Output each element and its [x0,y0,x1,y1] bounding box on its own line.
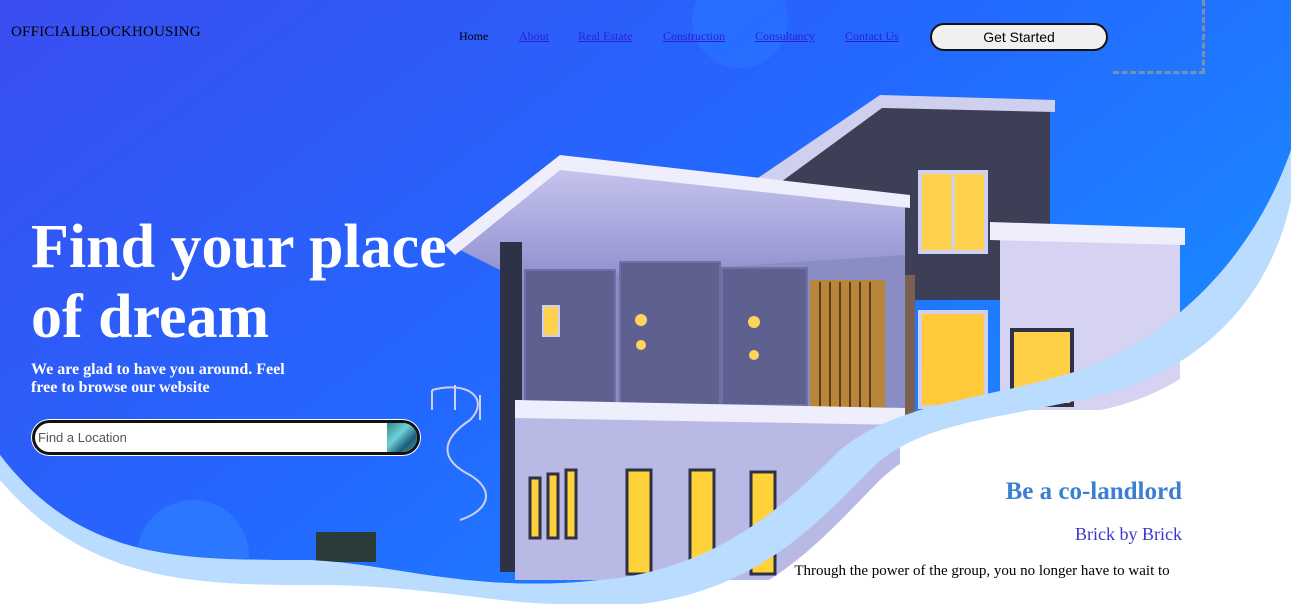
nav-link-about[interactable]: About [519,29,549,44]
location-search-bar [32,420,420,455]
nav-link-construction[interactable]: Construction [663,29,725,44]
hero-subtitle: We are glad to have you around. Feel fre… [31,361,285,396]
co-landlord-title: Be a co-landlord [1005,478,1182,505]
hero-section: OFFICIALBLOCKHOUSING Home About Real Est… [0,0,1291,604]
search-image-button[interactable] [387,423,417,452]
get-started-button[interactable]: Get Started [930,23,1108,51]
nav-link-consultancy[interactable]: Consultancy [755,29,815,44]
nav-link-contact-us[interactable]: Contact Us [845,29,899,44]
nav-link-real-estate[interactable]: Real Estate [578,29,632,44]
location-search-input[interactable] [35,423,390,452]
co-landlord-description: Through the power of the group, you no l… [794,563,1170,579]
hero-headline: Find your place of dream [31,213,447,351]
co-landlord-subtitle: Brick by Brick [1075,524,1182,544]
nav-link-home[interactable]: Home [459,29,488,44]
co-landlord-section: Be a co-landlord Brick by Brick Through … [782,478,1182,579]
